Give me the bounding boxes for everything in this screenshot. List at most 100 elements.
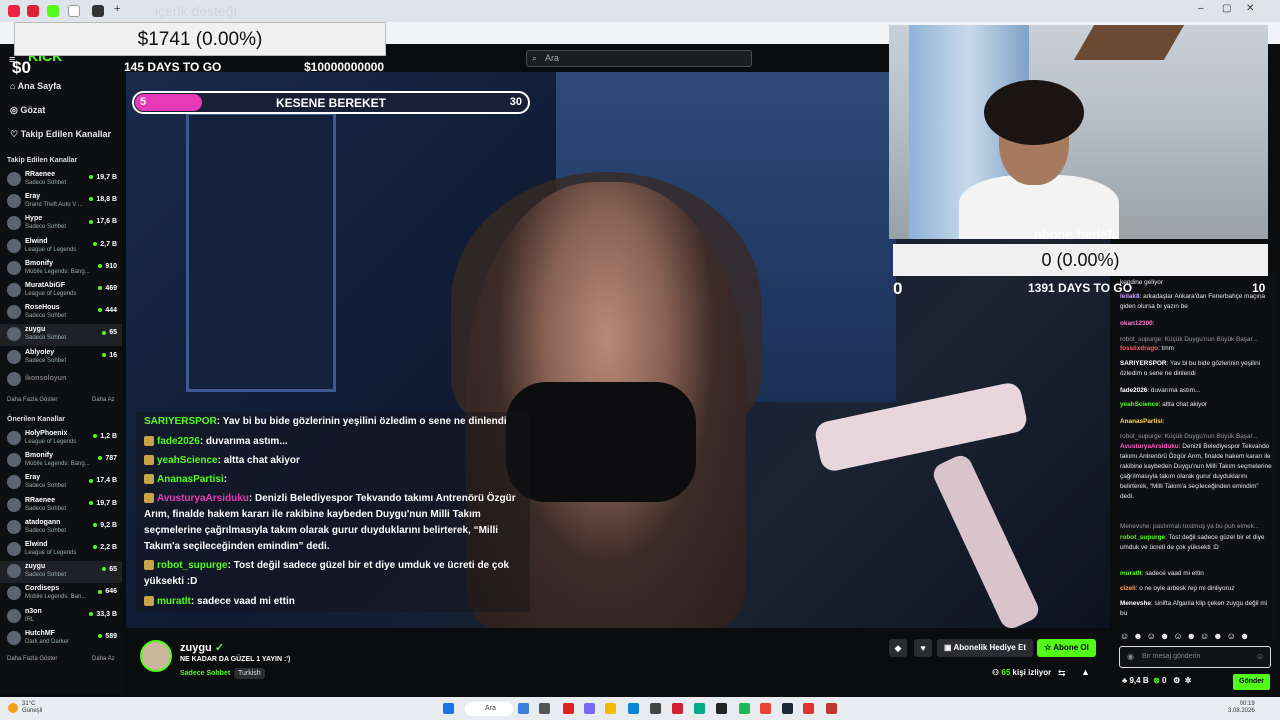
app-icon-2[interactable]: [539, 703, 550, 714]
close-icon[interactable]: ✕: [1246, 3, 1254, 14]
viewer-count-value: 65: [1001, 668, 1011, 677]
suggested-item[interactable]: zuygu Sadece Sohbet 65: [0, 561, 122, 584]
app-icon-8[interactable]: [716, 703, 727, 714]
channel-viewers: 17,6 B: [89, 218, 117, 225]
suggested-item[interactable]: Elwind League of Legends 2,2 B: [0, 539, 122, 561]
windows-start-icon[interactable]: [443, 703, 454, 714]
suggested-item[interactable]: Cordiseps Mobile Legends: Ban... 646: [0, 583, 122, 605]
nav-following[interactable]: ♡ Takip Edilen Kanallar: [10, 129, 111, 140]
app-icon-10[interactable]: [826, 703, 837, 714]
chat-message-input[interactable]: ◉ Bir mesaj gönderin ☺: [1119, 646, 1271, 668]
chat-username[interactable]: yeahScience: [1120, 401, 1159, 408]
viewer-count-label: kişi izliyor: [1012, 668, 1052, 677]
money-goal-box: $1741 (0.00%): [14, 22, 386, 56]
stream-language-tag[interactable]: Turkish: [234, 668, 265, 679]
send-button[interactable]: Gönder: [1233, 674, 1270, 690]
chat-username[interactable]: AvusturyaArsiduku: [1120, 443, 1179, 450]
chat-username[interactable]: fade2026: [1120, 387, 1147, 394]
followed-item[interactable]: Hype Sadece Sohbet 17,6 B: [0, 213, 122, 235]
app-icon-9[interactable]: [803, 703, 814, 714]
suggested-item[interactable]: RRaenee Sadece Sohbet 19,7 B: [0, 495, 122, 517]
chat-username[interactable]: SARIYERSPOR: [1120, 360, 1167, 367]
steam-icon[interactable]: [782, 703, 793, 714]
app-icon-6[interactable]: [672, 703, 683, 714]
search-input[interactable]: ⌕ Ara: [526, 50, 752, 67]
followed-item[interactable]: RoseHous Sadece Sohbet 444: [0, 302, 122, 324]
streamer-avatar[interactable]: [140, 640, 172, 672]
taskbar-search[interactable]: Ara: [465, 702, 513, 716]
chat-username[interactable]: fossiixdrago: [1120, 345, 1158, 352]
chat-username[interactable]: okan12300: [1120, 320, 1153, 327]
show-more-suggested[interactable]: Daha Fazla Göster: [7, 656, 57, 662]
gift-sub-button[interactable]: ▣ Abonelik Hediye Et: [937, 639, 1033, 657]
emote-row[interactable]: ☺☻☺☻☺☻☺☻☺☻: [1120, 631, 1253, 641]
show-more-followed[interactable]: Daha Fazla Göster: [7, 397, 57, 403]
gear-icon[interactable]: ⚙: [1173, 676, 1180, 685]
maximize-icon[interactable]: ▢: [1222, 3, 1231, 14]
app-icon-1[interactable]: [518, 703, 529, 714]
folder-icon[interactable]: [605, 703, 616, 714]
settings-icon[interactable]: ✲: [1185, 676, 1192, 685]
chat-username[interactable]: AnanasPartisi: [1120, 418, 1163, 425]
suggested-item[interactable]: HutchMF Dark and Darker 589: [0, 628, 122, 650]
overlay-chat-text: : duvarıma astım...: [199, 436, 288, 447]
app-icon-7[interactable]: [694, 703, 705, 714]
followed-item[interactable]: Ablyoley Sadece Sohbet 16: [0, 347, 122, 369]
weather-icon[interactable]: [8, 703, 18, 713]
followed-item[interactable]: Elwind League of Legends 2,7 B: [0, 236, 122, 258]
edge-icon[interactable]: [628, 703, 639, 714]
stream-category[interactable]: Sadece Sohbet: [180, 670, 230, 677]
tab-icon[interactable]: [92, 5, 104, 17]
show-less-suggested[interactable]: Daha Az: [92, 656, 115, 662]
suggested-item[interactable]: atadogann Sadece Sohbet 9,2 B: [0, 517, 122, 539]
taskbar-search-label: Ara: [485, 705, 496, 712]
streamer-name[interactable]: zuygu ✓: [180, 641, 224, 654]
record-icon[interactable]: [8, 5, 20, 17]
subscribe-button[interactable]: ☆ Abone Ol: [1037, 639, 1096, 657]
chrome-icon[interactable]: [760, 703, 771, 714]
chat-username[interactable]: Menevshe: [1120, 600, 1151, 607]
chat-username[interactable]: cizeli: [1120, 585, 1136, 592]
new-tab-icon[interactable]: +: [114, 3, 120, 15]
chat-reply-context: robot_supurge: Küçük Duygu'nun Büyük Baş…: [1120, 432, 1274, 442]
suggested-item[interactable]: HolyPhoenix League of Legends 1,2 B: [0, 428, 122, 450]
notification-bell-button[interactable]: ◆: [889, 639, 907, 657]
app-icon-5[interactable]: [650, 703, 661, 714]
suggested-item[interactable]: Eray Sadece Sohbet 17,4 B: [0, 472, 122, 494]
suggested-item[interactable]: Bmonify Mobile Legends: Bang... 787: [0, 450, 122, 472]
share-icon[interactable]: ⇆: [1058, 668, 1066, 679]
followed-item[interactable]: MuratAbiGF League of Legends 469: [0, 280, 122, 302]
nav-browse[interactable]: ◎ Gözat: [10, 105, 45, 116]
channel-category: Dark and Darker: [25, 638, 70, 645]
chat-stats: ♣ 9,4 B ⊗ 0 ⚙ ✲: [1122, 676, 1191, 685]
overlay-chat-user: SARIYERSPOR: [144, 416, 217, 427]
show-less-followed[interactable]: Daha Az: [92, 397, 115, 403]
suggested-item[interactable]: n3on IRL 33,3 B: [0, 606, 122, 628]
taskbar-clock[interactable]: 00:19 3.08.2026: [1228, 701, 1255, 715]
audio-icon[interactable]: [68, 5, 80, 17]
followed-item[interactable]: RRaenee Sadece Sohbet 19,7 B: [0, 169, 122, 191]
weather-widget[interactable]: 31°C Güneşli: [22, 701, 42, 715]
followed-item[interactable]: Eray Grand Theft Auto V ... 18,8 B: [0, 191, 122, 213]
follow-heart-button[interactable]: ♥: [914, 639, 932, 657]
followed-item[interactable]: ikonsoloyun: [0, 369, 122, 391]
followed-item[interactable]: Bmonify Mobile Legends: Bang... 910: [0, 258, 122, 280]
minimize-icon[interactable]: –: [1198, 3, 1204, 14]
youtube-icon[interactable]: [27, 5, 39, 17]
kick-tab-icon[interactable]: [47, 5, 59, 17]
chat-input-placeholder: Bir mesaj gönderin: [1142, 653, 1201, 660]
app-icon-3[interactable]: [563, 703, 574, 714]
chat-username[interactable]: muratlt: [1120, 570, 1142, 577]
chat-text: Menevshe: pastırmalı tostmuş ya bu puh e…: [1120, 523, 1260, 530]
channel-viewers: 65: [102, 329, 117, 336]
channel-viewers: 2,7 B: [93, 241, 117, 248]
followed-item[interactable]: zuygu Sadece Sohbet 65: [0, 324, 122, 347]
emoji-icon[interactable]: ☺: [1256, 652, 1264, 661]
chat-username[interactable]: robot_supurge: [1120, 534, 1165, 541]
spotify-icon[interactable]: [739, 703, 750, 714]
nav-home[interactable]: ⌂ Ana Sayfa: [10, 81, 61, 91]
channel-category: Sadece Sohbet: [25, 357, 67, 364]
report-icon[interactable]: ▲: [1081, 667, 1090, 677]
channel-avatar: [7, 371, 21, 386]
app-icon-4[interactable]: [584, 703, 595, 714]
